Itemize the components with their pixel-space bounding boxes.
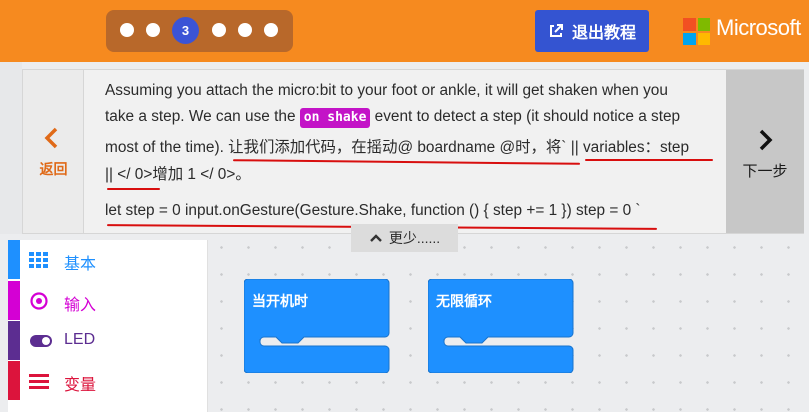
forever-block[interactable]: 无限循环 [427, 278, 574, 374]
show-less-label: 更少...... [388, 230, 441, 246]
annotation-underline [107, 188, 160, 190]
next-step-button[interactable]: 下一步 [726, 70, 804, 233]
step-dot-5[interactable] [238, 23, 252, 37]
category-label: 变量 [64, 377, 97, 394]
block-label: 当开机时 [252, 293, 308, 309]
tutorial-card: 返回 Assuming you attach the micro:bit to … [22, 69, 804, 234]
tutorial-text-line-2: take a step. We can use the on shake eve… [105, 108, 680, 128]
category-label: 基本 [64, 256, 97, 273]
target-icon [30, 292, 48, 310]
block-label: 无限循环 [436, 293, 492, 309]
text-segment: take a step. We can use the [105, 108, 300, 125]
tutorial-text-line-4: || </ 0>增加 1 </ 0>。 [105, 166, 251, 183]
external-link-icon [549, 24, 563, 37]
annotation-underline [585, 159, 713, 161]
tutorial-text-line-1: Assuming you attach the micro:bit to you… [105, 82, 668, 99]
on-start-block[interactable]: 当开机时 [243, 278, 390, 374]
exit-tutorial-label: 退出教程 [571, 25, 636, 42]
back-label: 返回 [39, 161, 68, 177]
show-less-button[interactable]: 更少...... [351, 224, 458, 252]
category-led[interactable]: LED [8, 321, 208, 360]
chevron-right-icon [759, 129, 773, 151]
exit-tutorial-button[interactable]: 退出教程 [535, 10, 649, 52]
category-color-bar [8, 321, 20, 360]
grid-icon [29, 252, 48, 268]
tutorial-stepper: 3 [106, 10, 293, 52]
category-label: LED [64, 331, 96, 348]
step-dot-4[interactable] [212, 23, 226, 37]
category-input[interactable]: 输入 [8, 281, 208, 320]
top-bar: 3 退出教程 Microsoft [0, 0, 809, 62]
toolbox: 基本 输入 LED 变量 [8, 240, 208, 412]
chevron-up-icon [369, 234, 382, 242]
list-icon [29, 374, 49, 389]
step-dot-6[interactable] [264, 23, 278, 37]
step-dot-2[interactable] [146, 23, 160, 37]
step-dot-1[interactable] [120, 23, 134, 37]
toggle-icon [30, 335, 52, 347]
category-color-bar [8, 281, 20, 320]
tutorial-text-line-3: most of the time). 让我们添加代码，在摇动@ boardnam… [105, 139, 690, 156]
on-shake-block-chip: on shake [299, 108, 371, 128]
text-segment: event to detect a step (it should notice… [370, 108, 681, 125]
step-dot-current[interactable]: 3 [172, 17, 199, 44]
category-variables[interactable]: 变量 [8, 361, 208, 400]
category-label: 输入 [64, 297, 97, 314]
microsoft-logo-icon [683, 18, 710, 45]
annotation-underline [232, 159, 581, 165]
tutorial-code-line: let step = 0 input.onGesture(Gesture.Sha… [105, 202, 641, 219]
back-button[interactable]: 返回 [23, 70, 84, 233]
microsoft-brand[interactable]: Microsoft [716, 15, 801, 41]
next-step-label: 下一步 [742, 163, 788, 180]
chevron-left-icon [44, 127, 58, 149]
category-color-bar [8, 240, 20, 279]
workspace-edge [0, 62, 22, 234]
category-basic[interactable]: 基本 [8, 240, 208, 279]
category-color-bar [8, 361, 20, 400]
